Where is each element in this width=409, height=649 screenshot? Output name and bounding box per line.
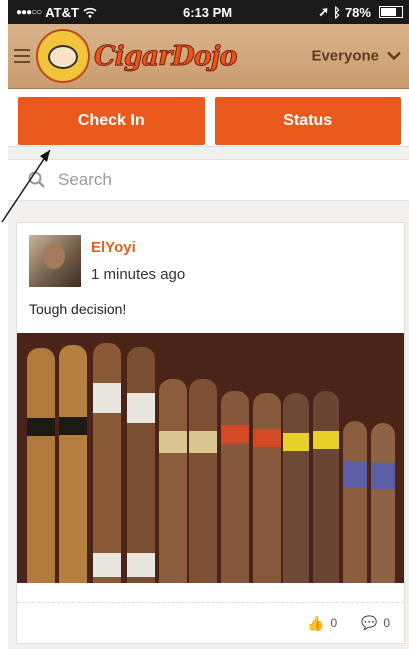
- battery-percent: 78%: [344, 4, 371, 20]
- avatar[interactable]: [29, 235, 81, 287]
- check-in-button[interactable]: Check In: [18, 97, 205, 145]
- app-logo: CigarDojo: [94, 40, 239, 72]
- bluetooth-icon: ᛒ: [333, 4, 341, 20]
- menu-icon[interactable]: [14, 49, 30, 63]
- like-button[interactable]: 👍 0: [307, 615, 337, 632]
- post-timestamp: 1 minutes ago: [91, 266, 186, 283]
- clock: 6:13 PM: [183, 4, 233, 20]
- battery-icon: [378, 6, 403, 18]
- post-text: Tough decision!: [29, 301, 127, 317]
- comment-button[interactable]: 💬 0: [361, 615, 390, 631]
- comment-count: 0: [383, 616, 390, 630]
- post-username[interactable]: ElYoyi: [91, 239, 185, 256]
- mascot-logo: [36, 29, 90, 83]
- comment-icon: 💬: [361, 615, 378, 630]
- location-icon: ➚: [318, 4, 330, 19]
- post-card: ElYoyi 1 minutes ago Tough decision! 👍 0: [16, 222, 405, 644]
- audience-selector[interactable]: Everyone: [311, 48, 401, 65]
- audience-label: Everyone: [311, 47, 379, 65]
- post-footer: 👍 0 💬 0: [17, 602, 404, 643]
- carrier-label: AT&T: [45, 4, 79, 20]
- wifi-icon: [83, 7, 97, 18]
- action-bar: Check In Status: [8, 89, 409, 147]
- status-bar: ●●●○○ AT&T 6:13 PM ➚ ᛒ 78%: [8, 0, 409, 24]
- search-icon: [28, 171, 45, 188]
- chevron-down-icon: [387, 51, 401, 61]
- status-button[interactable]: Status: [214, 97, 401, 145]
- phone-screen: ●●●○○ AT&T 6:13 PM ➚ ᛒ 78% CigarDojo Eve…: [8, 0, 409, 649]
- search-input[interactable]: [56, 169, 360, 191]
- signal-icon: ●●●○○: [16, 6, 42, 18]
- like-count: 0: [330, 616, 338, 630]
- navbar: CigarDojo Everyone: [8, 24, 409, 89]
- thumbs-up-icon: 👍: [307, 614, 325, 631]
- post-photo[interactable]: [17, 333, 404, 583]
- search-bar: [8, 159, 409, 201]
